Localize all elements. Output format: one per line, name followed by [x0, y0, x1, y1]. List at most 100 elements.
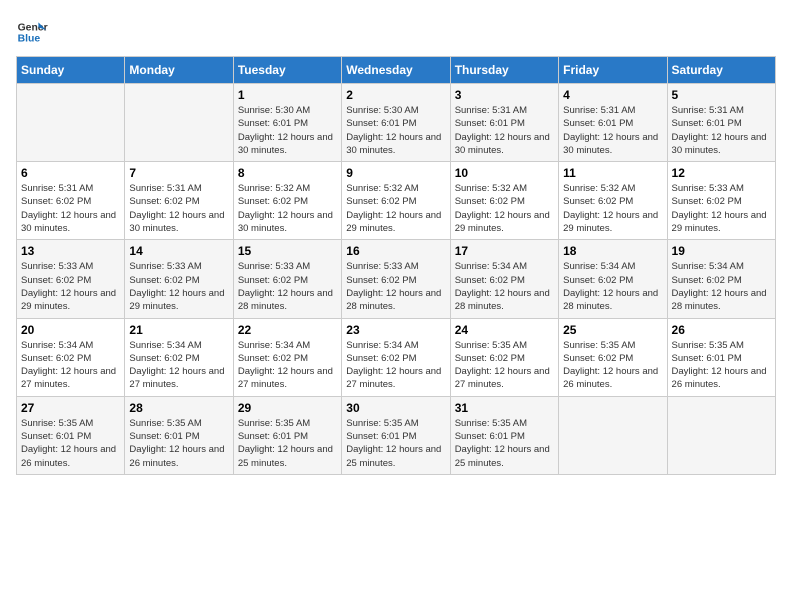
day-number: 10	[455, 166, 554, 180]
day-number: 4	[563, 88, 662, 102]
day-detail: Sunrise: 5:31 AM Sunset: 6:02 PM Dayligh…	[129, 182, 228, 235]
day-detail: Sunrise: 5:35 AM Sunset: 6:01 PM Dayligh…	[238, 417, 337, 470]
day-number: 1	[238, 88, 337, 102]
day-header-sunday: Sunday	[17, 57, 125, 84]
calendar-table: SundayMondayTuesdayWednesdayThursdayFrid…	[16, 56, 776, 475]
day-cell: 24 Sunrise: 5:35 AM Sunset: 6:02 PM Dayli…	[450, 318, 558, 396]
day-detail: Sunrise: 5:35 AM Sunset: 6:01 PM Dayligh…	[21, 417, 120, 470]
day-number: 5	[672, 88, 771, 102]
day-number: 7	[129, 166, 228, 180]
day-cell: 29 Sunrise: 5:35 AM Sunset: 6:01 PM Dayli…	[233, 396, 341, 474]
day-cell	[667, 396, 775, 474]
day-cell: 2 Sunrise: 5:30 AM Sunset: 6:01 PM Daylig…	[342, 84, 450, 162]
day-detail: Sunrise: 5:35 AM Sunset: 6:02 PM Dayligh…	[563, 339, 662, 392]
day-detail: Sunrise: 5:33 AM Sunset: 6:02 PM Dayligh…	[129, 260, 228, 313]
day-cell: 13Sunrise: 5:33 AM Sunset: 6:02 PM Dayli…	[17, 240, 125, 318]
day-detail: Sunrise: 5:35 AM Sunset: 6:01 PM Dayligh…	[346, 417, 445, 470]
day-detail: Sunrise: 5:34 AM Sunset: 6:02 PM Dayligh…	[238, 339, 337, 392]
day-detail: Sunrise: 5:34 AM Sunset: 6:02 PM Dayligh…	[21, 339, 120, 392]
day-detail: Sunrise: 5:31 AM Sunset: 6:01 PM Dayligh…	[563, 104, 662, 157]
day-detail: Sunrise: 5:34 AM Sunset: 6:02 PM Dayligh…	[563, 260, 662, 313]
day-detail: Sunrise: 5:34 AM Sunset: 6:02 PM Dayligh…	[346, 339, 445, 392]
day-header-saturday: Saturday	[667, 57, 775, 84]
day-cell: 15 Sunrise: 5:33 AM Sunset: 6:02 PM Dayli…	[233, 240, 341, 318]
day-cell: 22 Sunrise: 5:34 AM Sunset: 6:02 PM Dayli…	[233, 318, 341, 396]
day-number: 28	[129, 401, 228, 415]
day-number: 13	[21, 244, 120, 258]
week-row-3: 13 Sunrise: 5:33 AM Sunset: 6:02 PM Dayli…	[17, 240, 776, 318]
day-cell: 20 Sunrise: 5:34 AM Sunset: 6:02 PM Dayli…	[17, 318, 125, 396]
day-number: 14	[129, 244, 228, 258]
week-row-1: 1 Sunrise: 5:30 AM Sunset: 6:01 PM Daylig…	[17, 84, 776, 162]
day-cell: 6 Sunrise: 5:31 AM Sunset: 6:02 PM Daylig…	[17, 162, 125, 240]
day-cell: 10Sunrise: 5:32 AM Sunset: 6:02 PM Dayli…	[450, 162, 558, 240]
day-cell	[559, 396, 667, 474]
day-cell: 5 Sunrise: 5:31 AM Sunset: 6:01 PM Daylig…	[667, 84, 775, 162]
day-detail: Sunrise: 5:35 AM Sunset: 6:02 PM Dayligh…	[455, 339, 554, 392]
day-detail: Sunrise: 5:33 AM Sunset: 6:02 PM Dayligh…	[346, 260, 445, 313]
day-detail: Sunrise: 5:31 AM Sunset: 6:02 PM Dayligh…	[21, 182, 120, 235]
day-number: 27	[21, 401, 120, 415]
day-cell: 30 Sunrise: 5:35 AM Sunset: 6:01 PM Dayli…	[342, 396, 450, 474]
day-cell: 14 Sunrise: 5:33 AM Sunset: 6:02 PM Dayli…	[125, 240, 233, 318]
day-number: 20	[21, 323, 120, 337]
logo: General Blue	[16, 16, 48, 48]
day-number: 9	[346, 166, 445, 180]
day-detail: Sunrise: 5:32 AM Sunset: 6:02 PM Dayligh…	[238, 182, 337, 235]
day-number: 19	[672, 244, 771, 258]
day-detail: Sunrise: 5:31 AM Sunset: 6:01 PM Dayligh…	[672, 104, 771, 157]
day-header-monday: Monday	[125, 57, 233, 84]
day-number: 25	[563, 323, 662, 337]
day-number: 2	[346, 88, 445, 102]
day-cell: 3Sunrise: 5:31 AM Sunset: 6:01 PM Daylig…	[450, 84, 558, 162]
day-detail: Sunrise: 5:30 AM Sunset: 6:01 PM Dayligh…	[346, 104, 445, 157]
day-cell: 1Sunrise: 5:30 AM Sunset: 6:01 PM Daylig…	[233, 84, 341, 162]
day-header-wednesday: Wednesday	[342, 57, 450, 84]
day-number: 24	[455, 323, 554, 337]
day-cell: 21Sunrise: 5:34 AM Sunset: 6:02 PM Dayli…	[125, 318, 233, 396]
day-number: 18	[563, 244, 662, 258]
day-cell	[17, 84, 125, 162]
logo-icon: General Blue	[16, 16, 48, 48]
day-detail: Sunrise: 5:34 AM Sunset: 6:02 PM Dayligh…	[672, 260, 771, 313]
day-number: 6	[21, 166, 120, 180]
day-cell: 8 Sunrise: 5:32 AM Sunset: 6:02 PM Daylig…	[233, 162, 341, 240]
day-detail: Sunrise: 5:33 AM Sunset: 6:02 PM Dayligh…	[672, 182, 771, 235]
day-number: 26	[672, 323, 771, 337]
day-cell: 23Sunrise: 5:34 AM Sunset: 6:02 PM Dayli…	[342, 318, 450, 396]
day-number: 30	[346, 401, 445, 415]
day-header-friday: Friday	[559, 57, 667, 84]
day-cell: 11 Sunrise: 5:32 AM Sunset: 6:02 PM Dayli…	[559, 162, 667, 240]
day-cell	[125, 84, 233, 162]
day-detail: Sunrise: 5:35 AM Sunset: 6:01 PM Dayligh…	[672, 339, 771, 392]
day-number: 22	[238, 323, 337, 337]
day-detail: Sunrise: 5:35 AM Sunset: 6:01 PM Dayligh…	[129, 417, 228, 470]
day-number: 29	[238, 401, 337, 415]
day-cell: 18 Sunrise: 5:34 AM Sunset: 6:02 PM Dayli…	[559, 240, 667, 318]
day-detail: Sunrise: 5:32 AM Sunset: 6:02 PM Dayligh…	[563, 182, 662, 235]
day-detail: Sunrise: 5:34 AM Sunset: 6:02 PM Dayligh…	[455, 260, 554, 313]
day-cell: 19 Sunrise: 5:34 AM Sunset: 6:02 PM Dayli…	[667, 240, 775, 318]
day-cell: 27 Sunrise: 5:35 AM Sunset: 6:01 PM Dayli…	[17, 396, 125, 474]
day-cell: 12 Sunrise: 5:33 AM Sunset: 6:02 PM Dayli…	[667, 162, 775, 240]
day-number: 15	[238, 244, 337, 258]
days-header-row: SundayMondayTuesdayWednesdayThursdayFrid…	[17, 57, 776, 84]
header: General Blue	[16, 16, 776, 48]
day-cell: 4 Sunrise: 5:31 AM Sunset: 6:01 PM Daylig…	[559, 84, 667, 162]
svg-text:Blue: Blue	[18, 34, 41, 45]
day-detail: Sunrise: 5:33 AM Sunset: 6:02 PM Dayligh…	[238, 260, 337, 313]
day-cell: 31Sunrise: 5:35 AM Sunset: 6:01 PM Dayli…	[450, 396, 558, 474]
day-number: 12	[672, 166, 771, 180]
day-cell: 28 Sunrise: 5:35 AM Sunset: 6:01 PM Dayli…	[125, 396, 233, 474]
week-row-5: 27 Sunrise: 5:35 AM Sunset: 6:01 PM Dayli…	[17, 396, 776, 474]
day-detail: Sunrise: 5:35 AM Sunset: 6:01 PM Dayligh…	[455, 417, 554, 470]
day-cell: 17Sunrise: 5:34 AM Sunset: 6:02 PM Dayli…	[450, 240, 558, 318]
week-row-4: 20 Sunrise: 5:34 AM Sunset: 6:02 PM Dayli…	[17, 318, 776, 396]
day-number: 8	[238, 166, 337, 180]
day-number: 21	[129, 323, 228, 337]
day-detail: Sunrise: 5:32 AM Sunset: 6:02 PM Dayligh…	[346, 182, 445, 235]
day-number: 16	[346, 244, 445, 258]
day-number: 11	[563, 166, 662, 180]
day-cell: 25 Sunrise: 5:35 AM Sunset: 6:02 PM Dayli…	[559, 318, 667, 396]
day-number: 3	[455, 88, 554, 102]
